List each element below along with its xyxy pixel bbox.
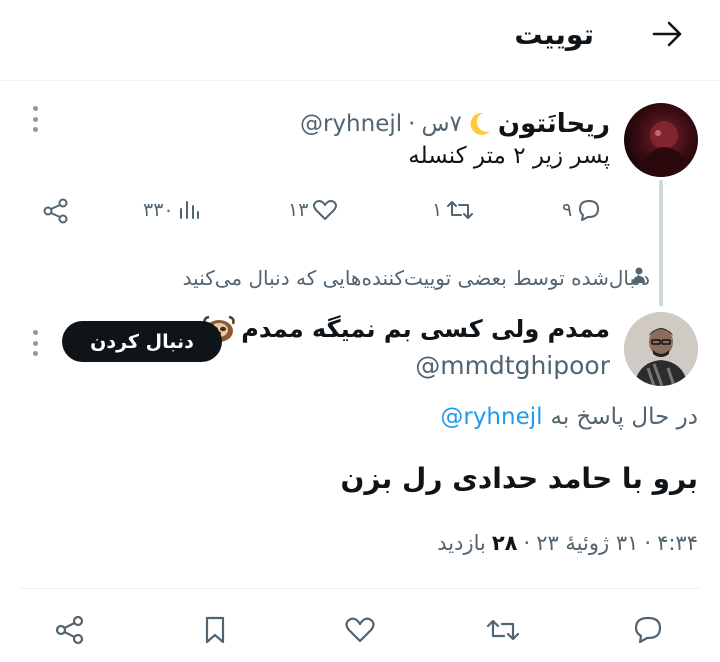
header-bar [0,0,720,81]
replying-to-line: در حال پاسخ به @ryhnejl [440,404,698,430]
back-button[interactable] [648,18,688,50]
reply-action[interactable]: ۹ [562,198,602,222]
reply-button[interactable] [628,610,668,650]
arrow-right-icon [652,21,684,47]
separator-dot: · [408,111,416,137]
retweet-action[interactable]: ۱ [432,198,474,222]
crescent-moon-icon [468,111,492,137]
main-display-name: ممدم ولی کسی بم نمیگه ممدم [241,315,610,343]
share-icon [42,198,70,224]
bar-chart-icon [178,198,200,222]
like-button[interactable] [340,610,380,650]
tweet-time[interactable]: ۴:۳۴ [657,531,698,555]
heart-icon [344,616,376,644]
views-action[interactable]: ۳۳۰ [143,198,200,222]
like-action[interactable]: ۱۳ [288,198,338,222]
views-label: بازدید [437,531,486,555]
parent-display-name[interactable]: ریحانَتون [498,109,610,139]
like-count: ۱۳ [288,199,309,221]
main-handle[interactable]: @mmdtghipoor [415,351,610,380]
retweet-icon [446,198,474,222]
divider [20,588,700,589]
main-display-name-row[interactable]: ممدم ولی کسی بم نمیگه ممدم [201,314,610,344]
social-context: دنبال‌شده توسط بعضی توییت‌کننده‌هایی که … [182,266,650,290]
main-avatar[interactable] [624,312,698,386]
follow-button[interactable]: دنبال کردن [62,321,222,362]
parent-avatar[interactable] [624,103,698,177]
share-action[interactable] [42,198,70,224]
page-title: توییت [514,18,594,51]
share-icon [54,615,86,645]
heart-icon [312,198,338,222]
parent-handle[interactable]: @ryhnejl [300,111,402,137]
parent-time[interactable]: ۷س [421,111,461,137]
retweet-icon [486,616,520,644]
reply-count: ۹ [562,199,573,221]
replying-to-label: در حال پاسخ به [550,404,698,430]
retweet-button[interactable] [483,610,523,650]
tweet-date[interactable]: ۳۱ ژوئیهٔ ۲۳ [536,531,638,555]
views-count-small: ۳۳۰ [143,199,174,221]
main-tweet-text: برو با حامد حدادی رل بزن [340,462,698,495]
separator-dot: · [644,531,652,555]
separator-dot: · [523,531,531,555]
parent-tweet-text: پسر زیر ۲ متر کنسله [408,143,610,169]
retweet-count: ۱ [432,199,443,221]
more-options-icon[interactable] [30,330,40,356]
more-options-icon[interactable] [30,106,40,132]
tweet-action-bar [0,600,720,662]
bookmark-button[interactable] [195,610,235,650]
thread-connector-line [659,180,663,306]
replying-to-handle[interactable]: @ryhnejl [440,404,542,430]
parent-tweet-header: ریحانَتون @ryhnejl · ۷س [300,104,610,144]
reply-icon [632,615,664,645]
bookmark-icon [203,615,227,645]
views-count[interactable]: ۲۸ [492,531,518,555]
tweet-meta-line: ۴:۳۴ · ۳۱ ژوئیهٔ ۲۳ · ۲۸ بازدید [437,531,698,555]
share-button[interactable] [50,610,90,650]
reply-icon [576,198,602,222]
